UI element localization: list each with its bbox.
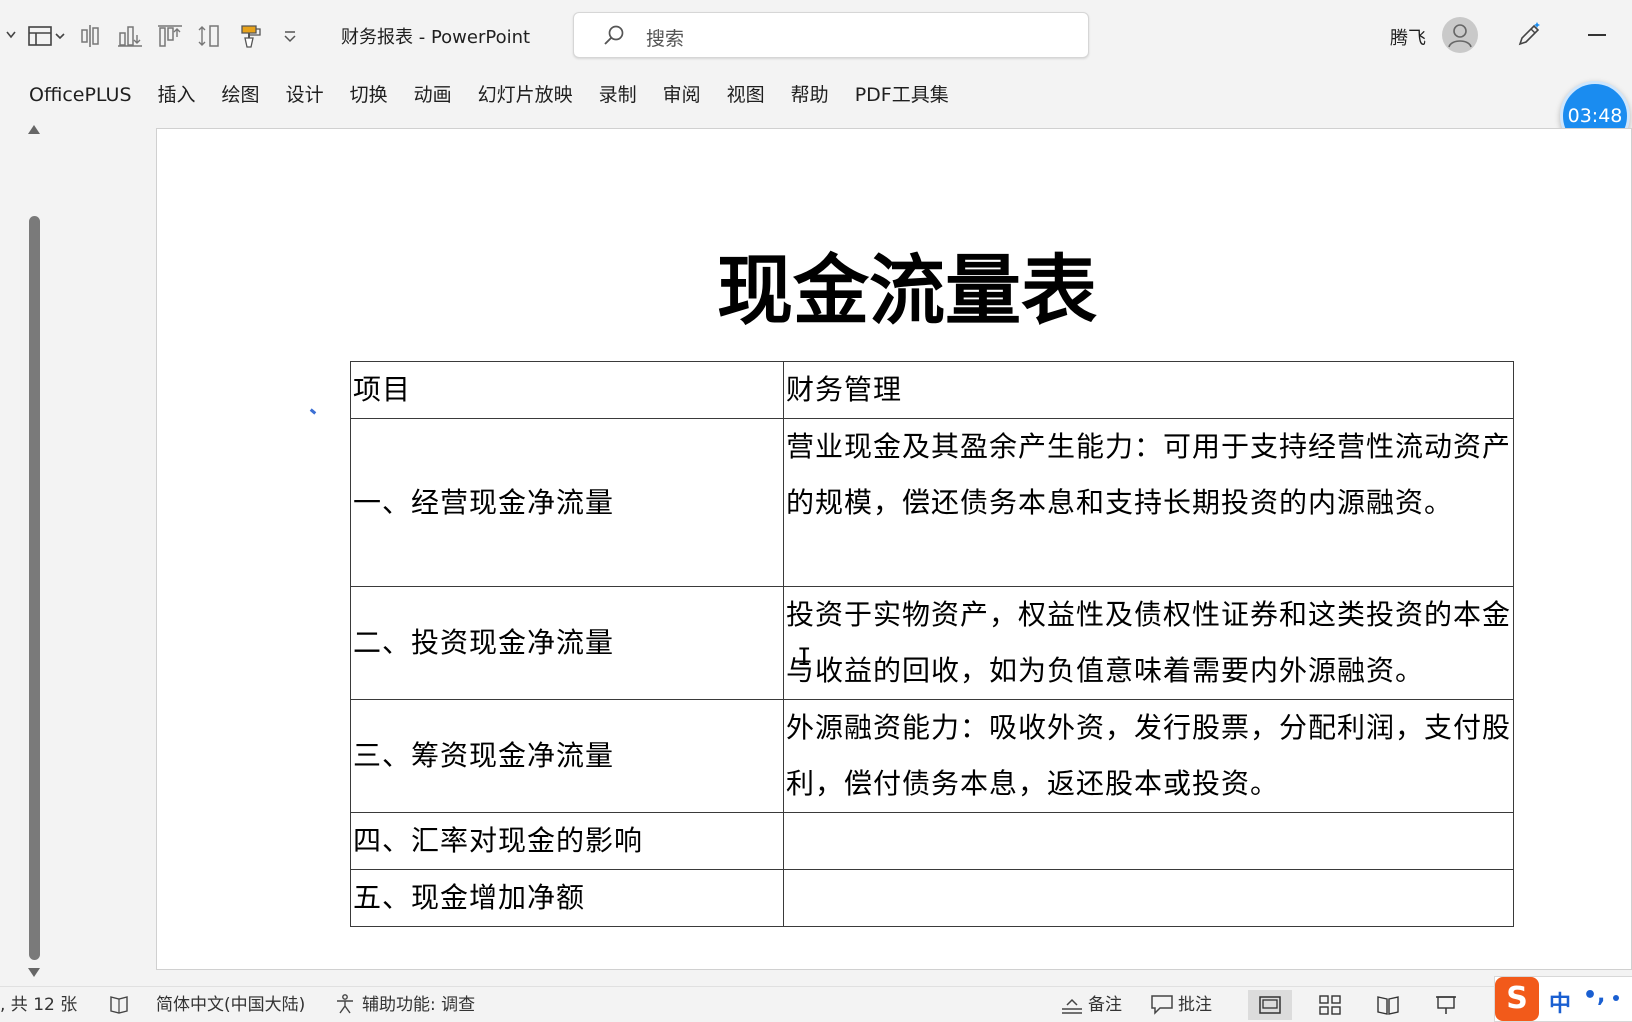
- layout-icon: [6, 26, 65, 46]
- slide-title[interactable]: 现金流量表: [157, 229, 1632, 339]
- align-top-icon[interactable]: [150, 18, 190, 54]
- vertical-scrollbar[interactable]: [29, 216, 40, 960]
- layout-dropdown-button[interactable]: [0, 18, 70, 54]
- scroll-down-arrow-icon[interactable]: [28, 968, 40, 977]
- align-center-icon[interactable]: [70, 18, 110, 54]
- tab-transitions[interactable]: 切换: [337, 80, 401, 110]
- row-desc-cell[interactable]: 投资于实物资产，权益性及债权性证券和这类投资的本金与收益的回收，如为负值意味着需…: [783, 586, 1514, 700]
- customize-qat-icon[interactable]: [270, 18, 310, 54]
- search-placeholder: 搜索: [646, 28, 685, 50]
- comments-icon[interactable]: [1150, 993, 1174, 1017]
- title-bar: 财务报表 - PowerPoint 搜索 腾飞: [0, 0, 1632, 70]
- table-row: 四、汇率对现金的影响: [350, 812, 1514, 870]
- table-header-row: 项目 财务管理: [350, 361, 1514, 419]
- ime-toolbar[interactable]: S 中 •,: [1494, 976, 1632, 1022]
- ime-dot-icon: [1613, 995, 1619, 1001]
- scroll-up-arrow-icon[interactable]: [28, 125, 40, 134]
- user-name[interactable]: 腾飞: [1390, 24, 1426, 50]
- tab-view[interactable]: 视图: [714, 80, 778, 110]
- document-title: 财务报表 - PowerPoint: [341, 27, 531, 48]
- row-item-cell[interactable]: 三、筹资现金净流量: [350, 699, 784, 813]
- ribbon: OfficePLUS 插入 绘图 设计 切换 动画 幻灯片放映 录制 审阅 视图…: [0, 70, 1632, 120]
- row-desc-cell[interactable]: [783, 869, 1514, 927]
- format-painter-icon[interactable]: [230, 18, 270, 54]
- language-indicator[interactable]: 简体中文(中国大陆): [156, 993, 305, 1017]
- accessibility-status[interactable]: 辅助功能: 调查: [362, 993, 475, 1017]
- grid-view-icon: [1319, 995, 1341, 1015]
- notes-icon[interactable]: [1060, 993, 1084, 1017]
- slide-title-text: 现金流量表: [717, 246, 1097, 335]
- row-item-cell[interactable]: 二、投资现金净流量: [350, 586, 784, 700]
- slideshow-button[interactable]: [1424, 990, 1468, 1020]
- ribbon-tabs: OfficePLUS 插入 绘图 设计 切换 动画 幻灯片放映 录制 审阅 视图…: [16, 80, 962, 110]
- ime-mode[interactable]: 中: [1549, 986, 1571, 1018]
- comments-button[interactable]: 批注: [1178, 993, 1212, 1017]
- slide-count[interactable]: , 共 12 张: [0, 993, 77, 1017]
- thumbnail-pane: [0, 120, 52, 986]
- slide-sorter-button[interactable]: [1308, 990, 1352, 1020]
- spell-check-icon[interactable]: [108, 993, 130, 1017]
- text-cursor-icon: I: [797, 643, 812, 671]
- tab-record[interactable]: 录制: [586, 80, 650, 110]
- status-bar: , 共 12 张 简体中文(中国大陆) 辅助功能: 调查 备注 批注: [0, 986, 1632, 1021]
- tab-pdf-tools[interactable]: PDF工具集: [842, 80, 962, 110]
- avatar[interactable]: [1442, 17, 1478, 53]
- tab-review[interactable]: 审阅: [650, 80, 714, 110]
- tab-animations[interactable]: 动画: [401, 80, 465, 110]
- designer-pen-icon[interactable]: [1514, 20, 1544, 54]
- row-desc-cell[interactable]: 外源融资能力：吸收外资，发行股票，分配利润，支付股利，偿付债务本息，返还股本或投…: [783, 699, 1514, 813]
- reading-view-button[interactable]: [1366, 990, 1410, 1020]
- cursor-marker-icon: [309, 408, 317, 415]
- row-desc-cell[interactable]: 营业现金及其盈余产生能力：可用于支持经营性流动资产的规模，偿还债务本息和支持长期…: [783, 418, 1514, 587]
- table-row: 二、投资现金净流量 投资于实物资产，权益性及债权性证券和这类投资的本金与收益的回…: [350, 586, 1514, 700]
- sogou-logo-icon: S: [1495, 977, 1539, 1021]
- presenter-icon: [1436, 996, 1456, 1014]
- align-bottom-icon[interactable]: [110, 18, 150, 54]
- tab-insert[interactable]: 插入: [145, 80, 209, 110]
- row-desc-cell[interactable]: [783, 812, 1514, 870]
- tab-draw[interactable]: 绘图: [209, 80, 273, 110]
- row-item-cell[interactable]: 五、现金增加净额: [350, 869, 784, 927]
- search-icon: [602, 24, 626, 52]
- user-icon: [1448, 24, 1472, 48]
- tab-officeplus[interactable]: OfficePLUS: [16, 80, 145, 110]
- table-row: 三、筹资现金净流量 外源融资能力：吸收外资，发行股票，分配利润，支付股利，偿付债…: [350, 699, 1514, 813]
- search-input[interactable]: 搜索: [573, 12, 1089, 58]
- normal-view-icon: [1259, 996, 1281, 1014]
- tab-slideshow[interactable]: 幻灯片放映: [465, 80, 586, 110]
- row-item-cell[interactable]: 一、经营现金净流量: [350, 418, 784, 587]
- table-row: 五、现金增加净额: [350, 869, 1514, 927]
- tab-help[interactable]: 帮助: [778, 80, 842, 110]
- distribute-vertical-icon[interactable]: [190, 18, 230, 54]
- minimize-button[interactable]: [1588, 34, 1606, 36]
- header-cell-finance[interactable]: 财务管理: [783, 361, 1514, 419]
- header-cell-item[interactable]: 项目: [350, 361, 784, 419]
- cash-flow-table[interactable]: 项目 财务管理 一、经营现金净流量 营业现金及其盈余产生能力：可用于支持经营性流…: [350, 361, 1514, 927]
- quick-access-toolbar: [0, 18, 310, 54]
- accessibility-icon[interactable]: [334, 993, 356, 1017]
- table-row: 一、经营现金净流量 营业现金及其盈余产生能力：可用于支持经营性流动资产的规模，偿…: [350, 418, 1514, 587]
- slide-canvas[interactable]: 现金流量表 项目 财务管理 一、经营现金净流量 营业现金及其盈余产生能力：可用于…: [156, 128, 1632, 970]
- ime-punctuation[interactable]: •,: [1583, 983, 1605, 1008]
- notes-button[interactable]: 备注: [1088, 993, 1122, 1017]
- normal-view-button[interactable]: [1248, 990, 1292, 1020]
- row-item-cell[interactable]: 四、汇率对现金的影响: [350, 812, 784, 870]
- reading-view-icon: [1377, 996, 1399, 1015]
- tab-design[interactable]: 设计: [273, 80, 337, 110]
